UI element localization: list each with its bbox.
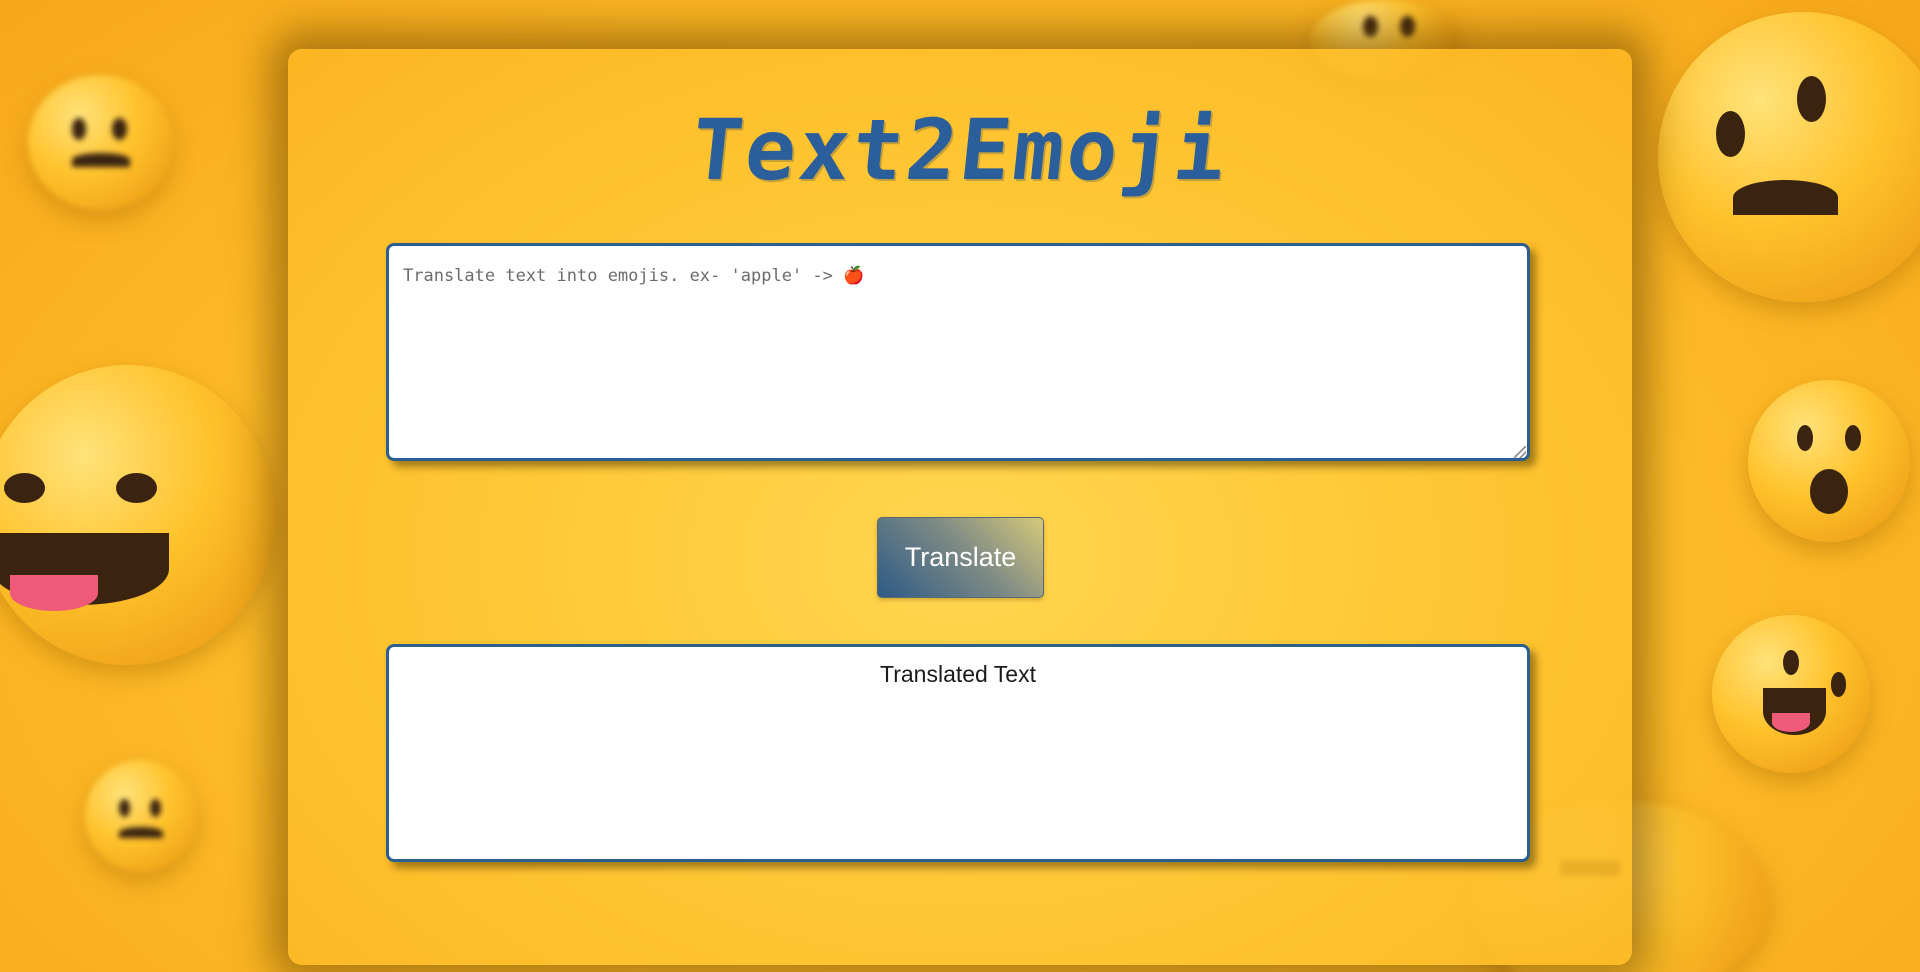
text-input[interactable] <box>386 243 1530 461</box>
emoji-face-decoration <box>1748 380 1910 542</box>
app-title: Text2Emoji <box>686 101 1234 199</box>
emoji-face-decoration <box>1658 12 1920 302</box>
emoji-face-decoration <box>28 75 173 210</box>
resize-handle[interactable] <box>1514 446 1526 458</box>
translate-button[interactable]: Translate <box>877 517 1044 598</box>
main-panel: Text2Emoji Translate Translated Text <box>288 49 1632 965</box>
emoji-face-decoration <box>85 760 197 872</box>
translated-output: Translated Text <box>386 644 1530 862</box>
emoji-face-decoration <box>0 365 275 665</box>
translated-text: Translated Text <box>880 661 1036 687</box>
emoji-face-decoration <box>1712 615 1870 773</box>
